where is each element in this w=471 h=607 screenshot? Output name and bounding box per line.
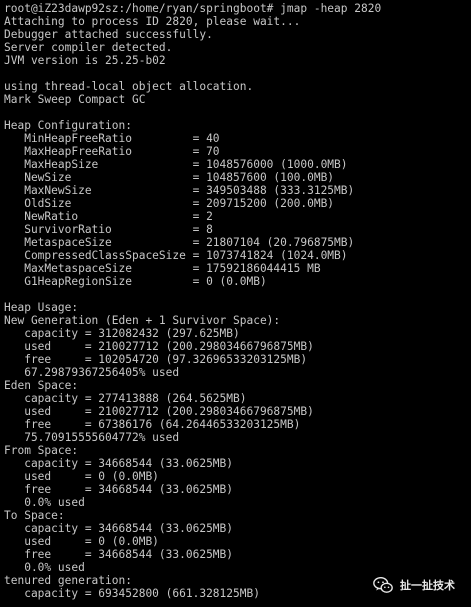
usage-percent: 67.29879367256405% used (4, 366, 180, 379)
generation-heading: tenured generation: (4, 574, 132, 587)
usage-percent: 0.0% used (4, 561, 85, 574)
config-row: MinHeapFreeRatio = 40 (4, 132, 220, 145)
terminal-window[interactable]: root@iZ23dawp92sz:/home/ryan/springboot#… (0, 0, 471, 607)
config-row: CompressedClassSpaceSize = 1073741824 (1… (4, 249, 348, 262)
generation-heading: To Space: (4, 509, 65, 522)
output-line: Mark Sweep Compact GC (4, 93, 146, 106)
usage-row: free = 34668544 (33.0625MB) (4, 483, 234, 496)
config-row: OldSize = 209715200 (200.0MB) (4, 197, 335, 210)
config-row: MaxMetaspaceSize = 17592186044415 MB (4, 262, 321, 275)
usage-row: capacity = 693452800 (661.328125MB) (4, 587, 260, 600)
config-row: G1HeapRegionSize = 0 (0.0MB) (4, 275, 267, 288)
usage-row: used = 0 (0.0MB) (4, 535, 159, 548)
usage-percent: 75.70915555604772% used (4, 431, 180, 444)
output-line: Attaching to process ID 2820, please wai… (4, 15, 301, 28)
prompt-line: root@iZ23dawp92sz:/home/ryan/springboot#… (4, 2, 382, 15)
usage-row: free = 34668544 (33.0625MB) (4, 548, 234, 561)
config-row: MaxNewSize = 349503488 (333.3125MB) (4, 184, 355, 197)
usage-row: free = 67386176 (64.26446533203125MB) (4, 418, 301, 431)
watermark: 扯一扯技术 (372, 574, 455, 596)
config-row: MetaspaceSize = 21807104 (20.796875MB) (4, 236, 355, 249)
output-line: Debugger attached successfully. (4, 28, 213, 41)
usage-row: used = 0 (0.0MB) (4, 470, 159, 483)
config-row: SurvivorRatio = 8 (4, 223, 213, 236)
usage-row: capacity = 34668544 (33.0625MB) (4, 457, 234, 470)
generation-heading: Eden Space: (4, 379, 79, 392)
output-line: Server compiler detected. (4, 41, 173, 54)
output-line: using thread-local object allocation. (4, 80, 254, 93)
watermark-text: 扯一扯技术 (400, 579, 455, 592)
wechat-icon (373, 576, 393, 593)
config-row: MaxHeapSize = 1048576000 (1000.0MB) (4, 158, 348, 171)
usage-row: free = 102054720 (97.32696533203125MB) (4, 353, 308, 366)
config-row: NewSize = 104857600 (100.0MB) (4, 171, 335, 184)
config-row: MaxHeapFreeRatio = 70 (4, 145, 220, 158)
usage-row: capacity = 277413888 (264.5625MB) (4, 392, 247, 405)
usage-percent: 0.0% used (4, 496, 85, 509)
usage-row: capacity = 34668544 (33.0625MB) (4, 522, 234, 535)
section-heading: Heap Usage: (4, 301, 79, 314)
generation-heading: From Space: (4, 444, 79, 457)
usage-row: used = 210027712 (200.29803466796875MB) (4, 405, 314, 418)
usage-row: capacity = 312082432 (297.625MB) (4, 327, 240, 340)
generation-heading: New Generation (Eden + 1 Survivor Space)… (4, 314, 281, 327)
section-heading: Heap Configuration: (4, 119, 132, 132)
usage-row: used = 210027712 (200.29803466796875MB) (4, 340, 314, 353)
config-row: NewRatio = 2 (4, 210, 213, 223)
output-line: JVM version is 25.25-b02 (4, 54, 166, 67)
